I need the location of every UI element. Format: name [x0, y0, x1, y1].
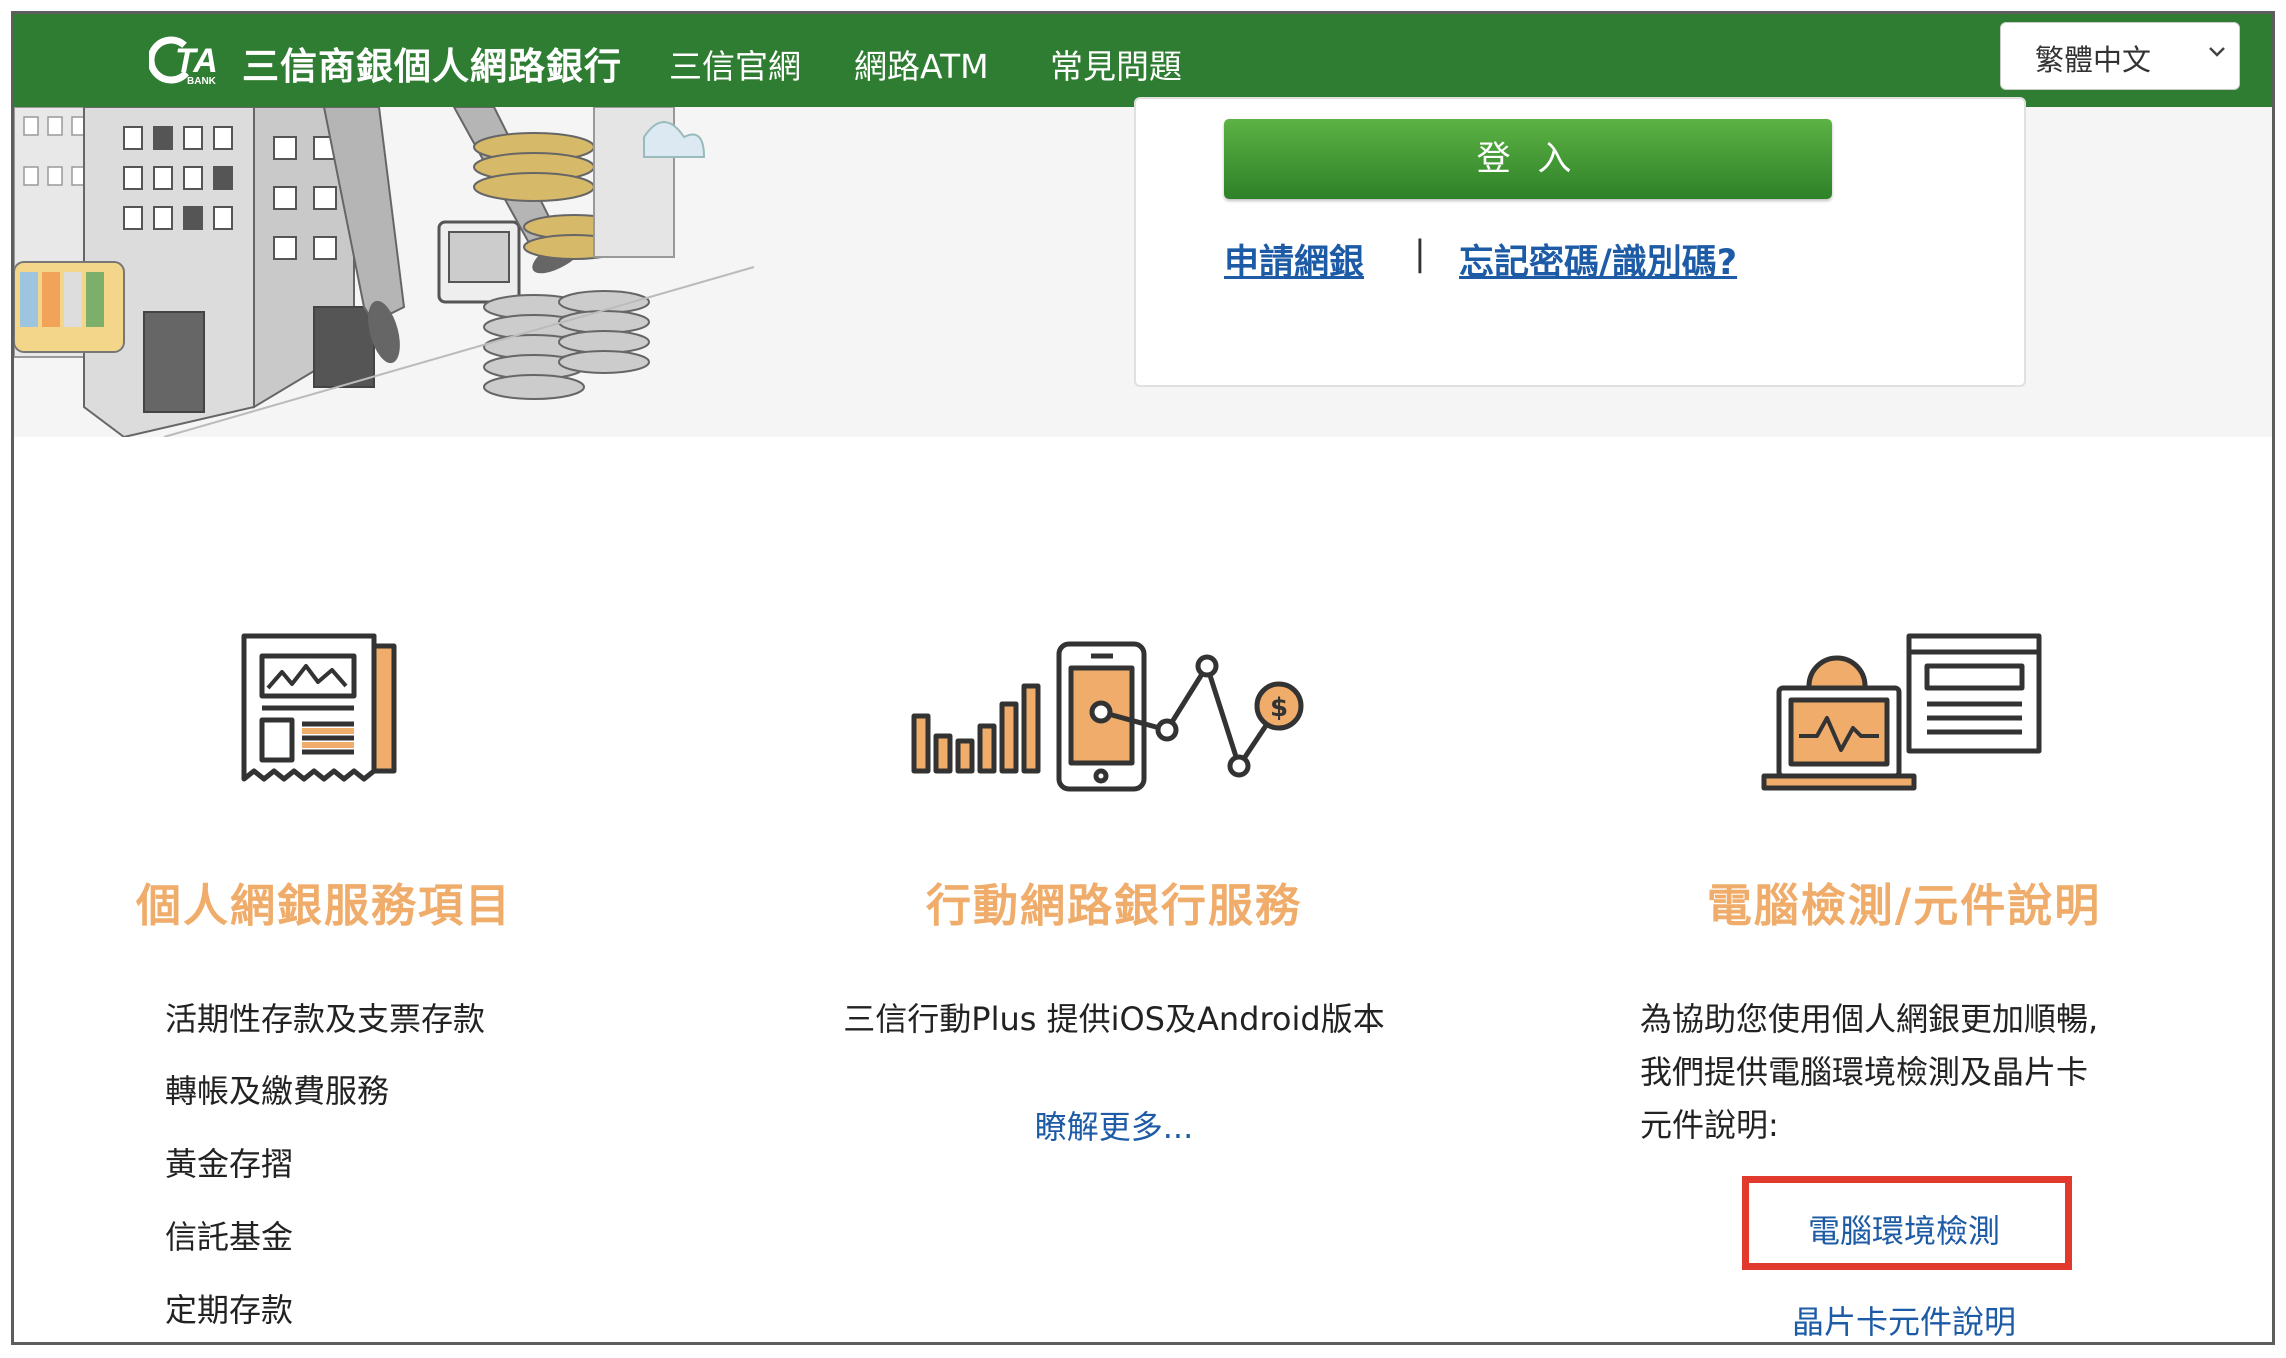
computer-check-description-line: 為協助您使用個人網銀更加順暢, [1640, 1000, 2099, 1038]
login-button[interactable]: 登 入 [1224, 119, 1832, 199]
nav-link-web-atm[interactable]: 網路ATM [854, 40, 989, 88]
svg-text:TA: TA [175, 42, 218, 80]
hero-section [14, 97, 2272, 437]
feature-title-mobile: 行動網路銀行服務 [925, 879, 1302, 932]
top-navbar: TA BANK 三信商銀個人網路銀行 三信官網 網路ATM 常見問題 繁體中文 [14, 14, 2272, 107]
chevron-down-icon [2209, 47, 2225, 57]
service-item: 黃金存摺 [165, 1145, 294, 1183]
cta-bank-logo[interactable]: TA BANK [149, 32, 239, 88]
chip-card-component-link[interactable]: 晶片卡元件說明 [1544, 1297, 2264, 1342]
language-select[interactable]: 繁體中文 [2000, 22, 2240, 90]
feature-title-computer-check: 電腦檢測/元件說明 [1706, 879, 2102, 932]
computer-settings-icon [1761, 633, 2042, 791]
nav-link-official-site[interactable]: 三信官網 [669, 40, 801, 88]
svg-text:BANK: BANK [187, 76, 217, 87]
link-separator: | [1414, 234, 1426, 274]
feature-title-services: 個人網銀服務項目 [135, 879, 512, 932]
service-item: 信託基金 [165, 1218, 294, 1256]
mobile-chart-icon: $ [911, 641, 1304, 792]
computer-environment-check-link[interactable]: 電腦環境檢測 [1544, 1206, 2264, 1252]
language-select-value: 繁體中文 [2035, 43, 2152, 77]
city-illustration [14, 107, 755, 437]
forgot-password-link[interactable]: 忘記密碼/識別碼? [1459, 234, 1737, 285]
svg-text:$: $ [1270, 693, 1288, 723]
nav-link-faq[interactable]: 常見問題 [1050, 40, 1182, 88]
learn-more-link[interactable]: 瞭解更多... [754, 1102, 1474, 1148]
mobile-description: 三信行動Plus 提供iOS及Android版本 [843, 1000, 1385, 1038]
newspaper-chart-icon [241, 633, 397, 782]
service-item: 轉帳及繳費服務 [165, 1072, 390, 1110]
service-item: 定期存款 [165, 1291, 294, 1329]
computer-check-description-line: 我們提供電腦環境檢測及晶片卡 [1640, 1053, 2089, 1091]
computer-check-description-line: 元件說明: [1640, 1106, 1779, 1144]
brand-title[interactable]: 三信商銀個人網路銀行 [242, 36, 622, 90]
browser-viewport: TA BANK 三信商銀個人網路銀行 三信官網 網路ATM 常見問題 繁體中文 [11, 11, 2275, 1345]
apply-online-banking-link[interactable]: 申請網銀 [1224, 234, 1364, 285]
service-item: 活期性存款及支票存款 [165, 1000, 486, 1038]
